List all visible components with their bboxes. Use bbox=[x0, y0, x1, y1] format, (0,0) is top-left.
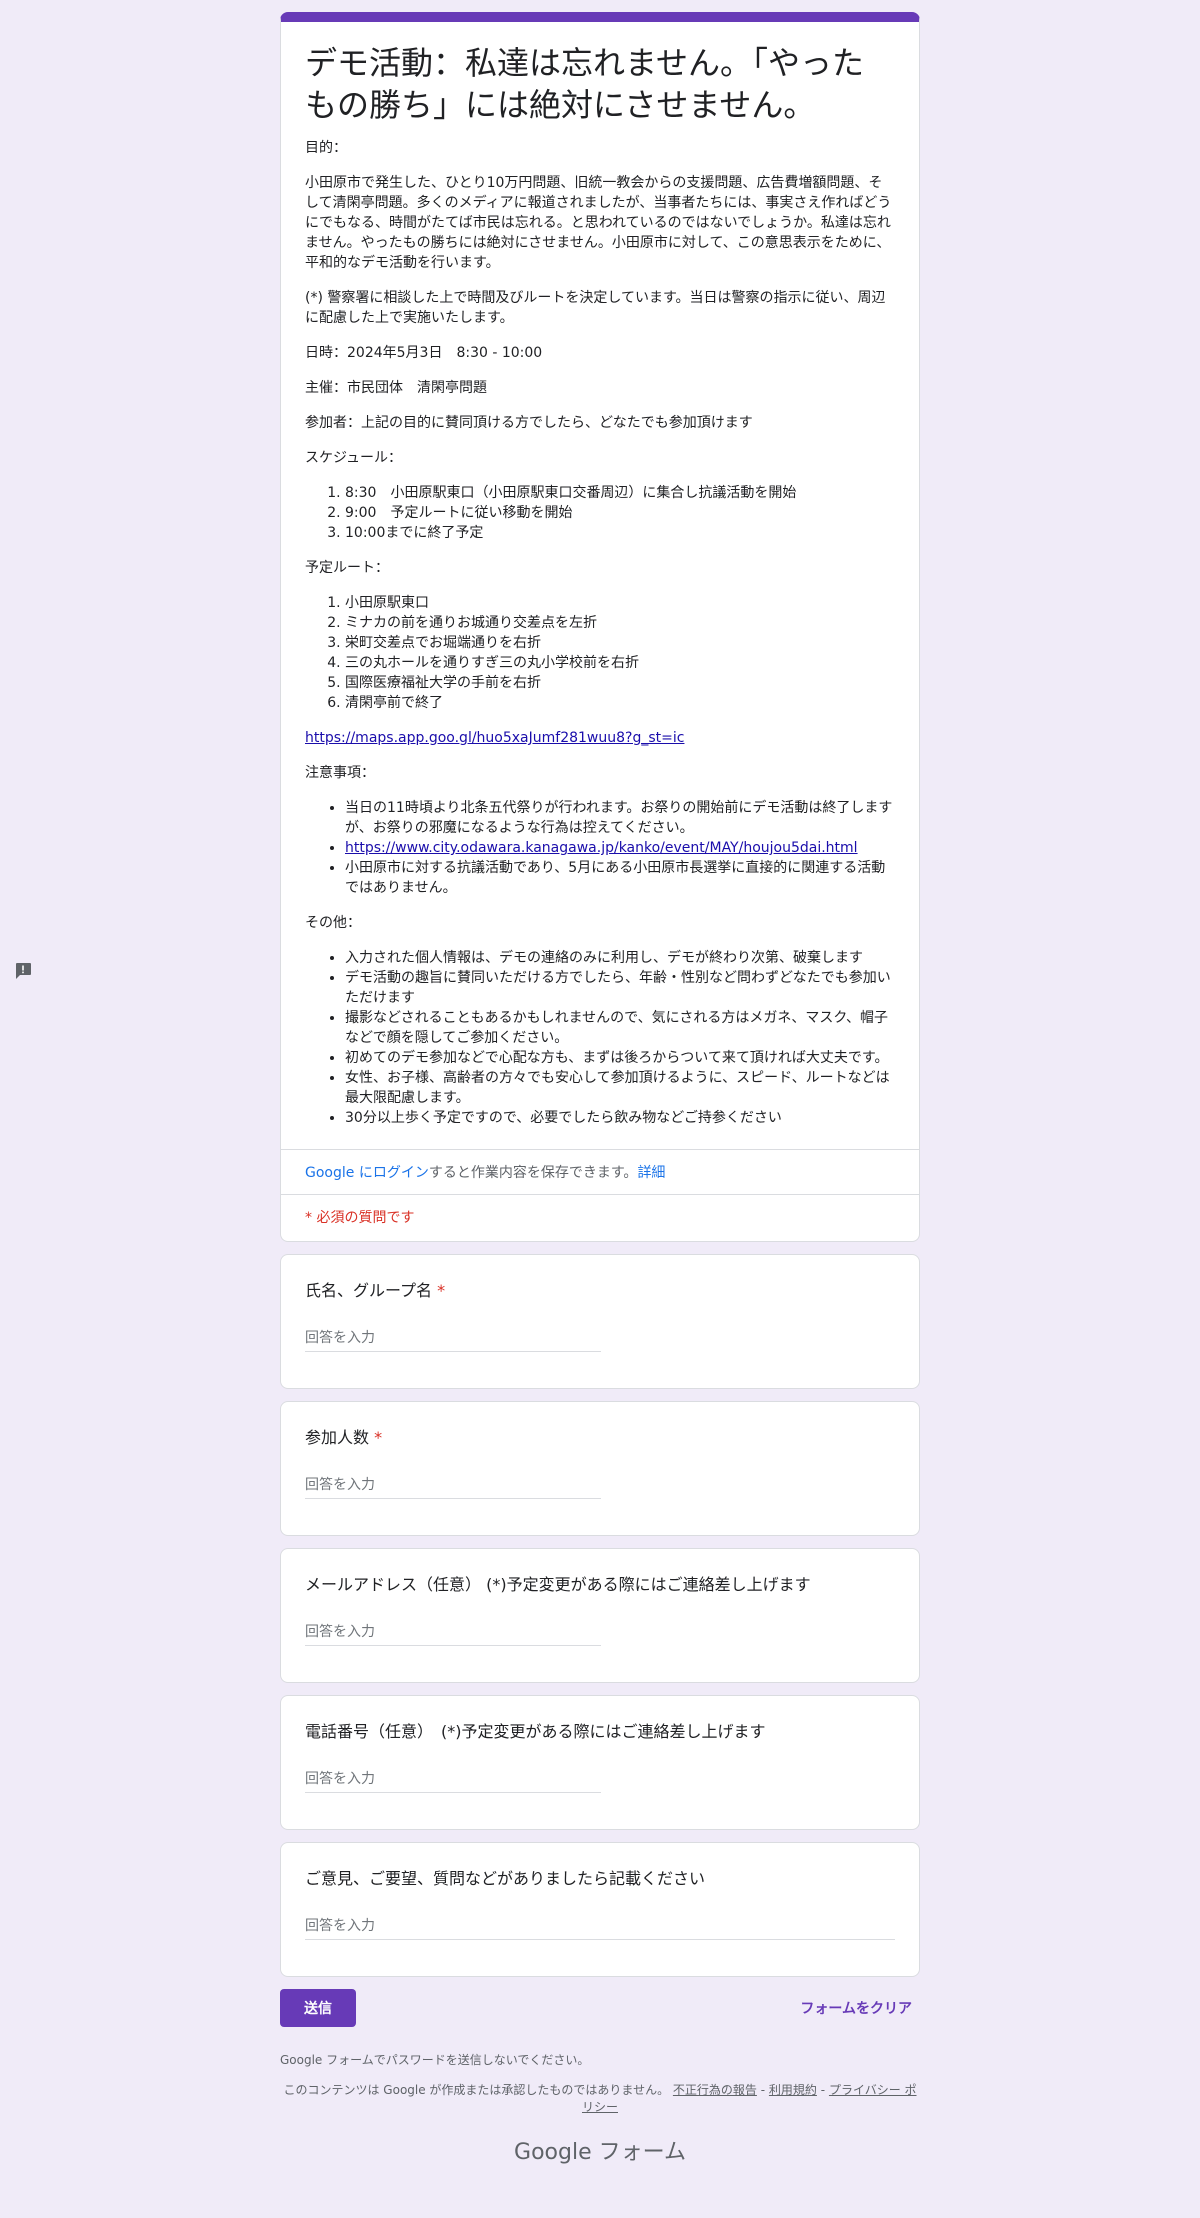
participants-text: 参加者：上記の目的に賛同頂ける方でしたら、どなたでも参加頂けます bbox=[305, 415, 753, 431]
question-card-phone: 電話番号（任意） (*)予定変更がある際にはご連絡差し上げます 回答を入力 bbox=[280, 1695, 920, 1830]
learn-more-link[interactable]: 詳細 bbox=[637, 1165, 665, 1181]
other-item: 初めてのデモ参加などで心配な方も、まずは後ろからついて来て頂ければ大丈夫です。 bbox=[345, 1048, 895, 1068]
separator: - bbox=[820, 2083, 826, 2097]
google-forms-logo[interactable]: Google フォーム bbox=[280, 2134, 920, 2166]
notes-heading: 注意事項： bbox=[305, 765, 375, 781]
purpose-text: 小田原市で発生した、ひとり10万円問題、旧統一教会からの支援問題、広告費増額問題… bbox=[305, 175, 892, 271]
question-card-email: メールアドレス（任意） (*)予定変更がある際にはご連絡差し上げます 回答を入力 bbox=[280, 1548, 920, 1683]
required-note: * 必須の質問です bbox=[305, 1210, 415, 1226]
report-abuse-icon[interactable] bbox=[13, 961, 33, 981]
route-item: 栄町交差点でお堀端通りを右折 bbox=[345, 633, 895, 653]
password-warning: Google フォームでパスワードを送信しないでください。 bbox=[280, 2053, 590, 2067]
datetime-text: 日時：2024年5月3日 8:30 - 10:00 bbox=[305, 345, 543, 361]
question-label: 電話番号（任意） (*)予定変更がある際にはご連絡差し上げます bbox=[305, 1722, 766, 1741]
footer-disclaimer: このコンテンツは Google が作成または承認したものではありません。 不正行… bbox=[280, 2082, 920, 2116]
other-item: 30分以上歩く予定ですので、必要でしたら飲み物などご持参ください bbox=[345, 1108, 895, 1128]
route-item: 三の丸ホールを通りすぎ三の丸小学校前を右折 bbox=[345, 653, 895, 673]
schedule-heading: スケジュール： bbox=[305, 450, 403, 466]
separator: - bbox=[760, 2083, 766, 2097]
answer-input[interactable]: 回答を入力 bbox=[305, 1474, 601, 1499]
other-heading: その他： bbox=[305, 915, 361, 931]
question-label: ご意見、ご要望、質問などがありましたら記載ください bbox=[305, 1869, 706, 1888]
route-item: 国際医療福祉大学の手前を右折 bbox=[345, 673, 895, 693]
form-header-card: デモ活動：私達は忘れません。「やったもの勝ち」には絶対にさせません。 目的： 小… bbox=[280, 12, 920, 1242]
other-item: 撮影などされることもあるかもしれませんので、気にされる方はメガネ、マスク、帽子な… bbox=[345, 1008, 895, 1048]
terms-link[interactable]: 利用規約 bbox=[769, 2083, 817, 2097]
festival-link[interactable]: https://www.city.odawara.kanagawa.jp/kan… bbox=[345, 840, 858, 856]
notes-list: 当日の11時頃より北条五代祭りが行われます。お祭りの開始前にデモ活動は終了します… bbox=[305, 798, 895, 898]
question-text: 氏名、グループ名 bbox=[305, 1281, 433, 1300]
login-text: すると作業内容を保存できます。 bbox=[428, 1165, 638, 1181]
question-label: メールアドレス（任意） (*)予定変更がある際にはご連絡差し上げます bbox=[305, 1575, 811, 1594]
question-card-name: 氏名、グループ名 * 回答を入力 bbox=[280, 1254, 920, 1389]
report-abuse-link[interactable]: 不正行為の報告 bbox=[673, 2083, 757, 2097]
required-asterisk: * bbox=[437, 1281, 446, 1300]
login-row: Google にログインすると作業内容を保存できます。詳細 bbox=[281, 1150, 919, 1194]
other-item: デモ活動の趣旨に賛同いただける方でしたら、年齢・性別など問わずどなたでも参加いた… bbox=[345, 968, 895, 1008]
route-item: 清閑亭前で終了 bbox=[345, 693, 895, 713]
note-item: 当日の11時頃より北条五代祭りが行われます。お祭りの開始前にデモ活動は終了します… bbox=[345, 798, 895, 838]
answer-input[interactable]: 回答を入力 bbox=[305, 1621, 601, 1646]
required-asterisk: * bbox=[374, 1428, 383, 1447]
note-item: https://www.city.odawara.kanagawa.jp/kan… bbox=[345, 838, 895, 858]
police-note: (*) 警察署に相談した上で時間及びルートを決定しています。当日は警察の指示に従… bbox=[305, 290, 886, 326]
organizer-text: 主催：市民団体 清閑亭問題 bbox=[305, 380, 487, 396]
answer-input[interactable]: 回答を入力 bbox=[305, 1768, 601, 1793]
schedule-item: 8:30 小田原駅東口（小田原駅東口交番周辺）に集合し抗議活動を開始 bbox=[345, 483, 895, 503]
purpose-heading: 目的： bbox=[305, 140, 347, 156]
form-description: 目的： 小田原市で発生した、ひとり10万円問題、旧統一教会からの支援問題、広告費… bbox=[305, 138, 895, 1128]
other-list: 入力された個人情報は、デモの連絡のみに利用し、デモが終わり次第、破棄します デモ… bbox=[305, 948, 895, 1128]
note-item: 小田原市に対する抗議活動であり、5月にある小田原市長選挙に直接的に関連する活動で… bbox=[345, 858, 895, 898]
answer-input[interactable]: 回答を入力 bbox=[305, 1327, 601, 1352]
form-actions: 送信 フォームをクリア bbox=[280, 1989, 920, 2027]
disclaimer-text: このコンテンツは Google が作成または承認したものではありません。 bbox=[283, 2083, 670, 2097]
question-card-comments: ご意見、ご要望、質問などがありましたら記載ください 回答を入力 bbox=[280, 1842, 920, 1977]
schedule-list: 8:30 小田原駅東口（小田原駅東口交番周辺）に集合し抗議活動を開始 9:00 … bbox=[305, 483, 895, 543]
clear-form-button[interactable]: フォームをクリア bbox=[800, 1998, 920, 2018]
other-item: 女性、お子様、高齢者の方々でも安心して参加頂けるように、スピード、ルートなどは最… bbox=[345, 1068, 895, 1108]
route-list: 小田原駅東口 ミナカの前を通りお城通り交差点を左折 栄町交差点でお堀端通りを右折… bbox=[305, 593, 895, 713]
route-item: ミナカの前を通りお城通り交差点を左折 bbox=[345, 613, 895, 633]
submit-button[interactable]: 送信 bbox=[280, 1989, 356, 2027]
question-text: 参加人数 bbox=[305, 1428, 370, 1447]
question-card-count: 参加人数 * 回答を入力 bbox=[280, 1401, 920, 1536]
question-label: 参加人数 * bbox=[305, 1426, 895, 1450]
schedule-item: 10:00までに終了予定 bbox=[345, 523, 895, 543]
login-link[interactable]: Google にログイン bbox=[305, 1165, 429, 1181]
form-title: デモ活動：私達は忘れません。「やったもの勝ち」には絶対にさせません。 bbox=[305, 44, 865, 124]
route-item: 小田原駅東口 bbox=[345, 593, 895, 613]
other-item: 入力された個人情報は、デモの連絡のみに利用し、デモが終わり次第、破棄します bbox=[345, 948, 895, 968]
route-heading: 予定ルート： bbox=[305, 560, 389, 576]
map-link[interactable]: https://maps.app.goo.gl/huo5xaJumf281wuu… bbox=[305, 730, 684, 746]
question-label: 氏名、グループ名 * bbox=[305, 1279, 895, 1303]
answer-input[interactable]: 回答を入力 bbox=[305, 1915, 895, 1940]
form-container: デモ活動：私達は忘れません。「やったもの勝ち」には絶対にさせません。 目的： 小… bbox=[280, 12, 920, 2166]
schedule-item: 9:00 予定ルートに従い移動を開始 bbox=[345, 503, 895, 523]
